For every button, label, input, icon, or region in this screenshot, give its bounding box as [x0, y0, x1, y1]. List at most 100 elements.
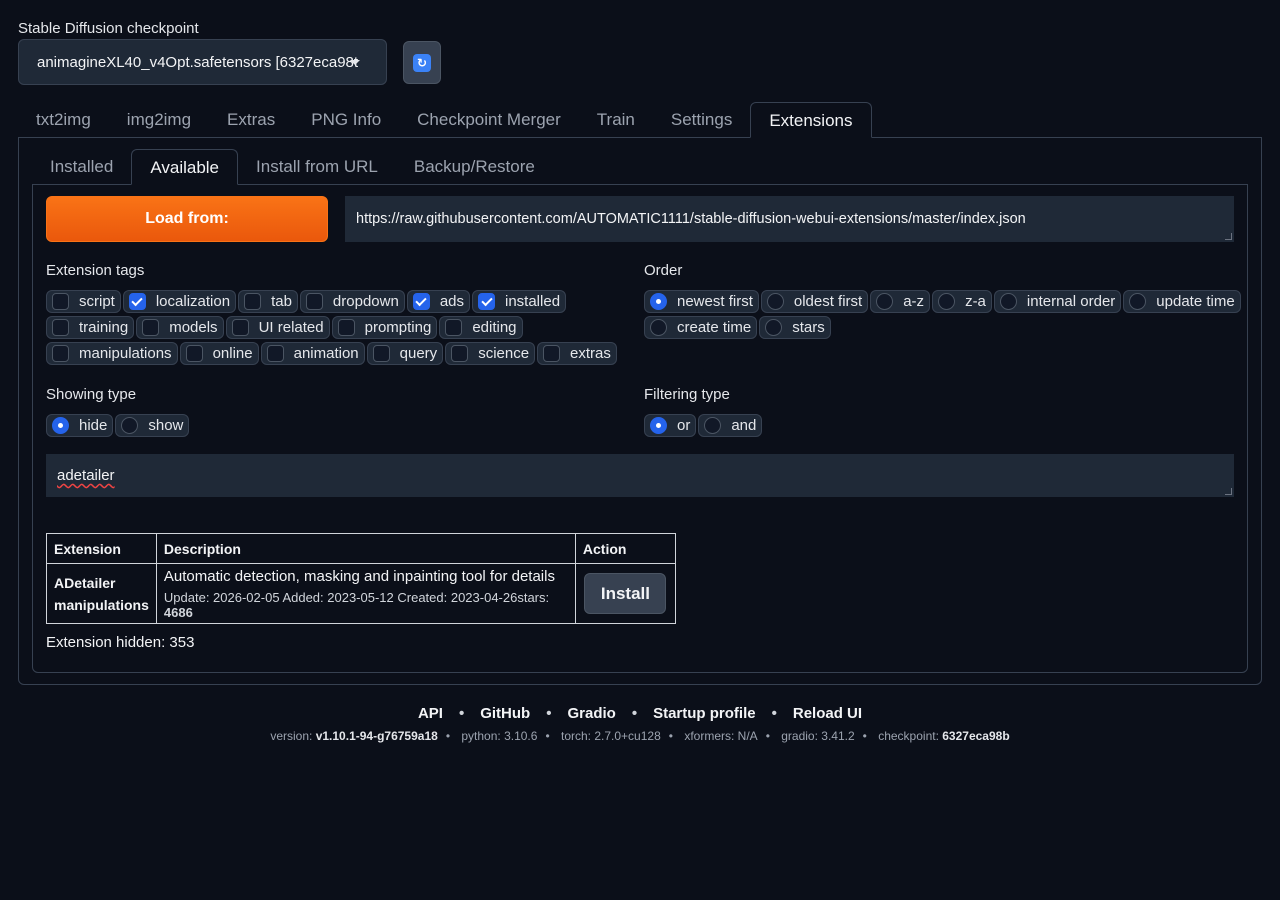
checkbox[interactable]: [412, 293, 430, 310]
showing-option-show[interactable]: show: [115, 414, 190, 437]
footer-link-gradio[interactable]: Gradio: [567, 705, 615, 722]
tag-option-script[interactable]: script: [46, 290, 121, 313]
header-action: Action: [574, 533, 676, 564]
option-label: stars: [792, 319, 825, 336]
order-option-internal-order[interactable]: internal order: [993, 290, 1122, 313]
tab-png-info[interactable]: PNG Info: [293, 102, 399, 138]
index-url-input[interactable]: https://raw.githubusercontent.com/AUTOMA…: [345, 196, 1234, 242]
checkbox[interactable]: [52, 345, 69, 362]
checkbox[interactable]: [372, 345, 390, 362]
tag-option-installed[interactable]: installed: [472, 290, 567, 313]
resize-handle-icon[interactable]: [1225, 233, 1232, 240]
option-label: dropdown: [332, 293, 399, 310]
tab-txt2img[interactable]: txt2img: [18, 102, 109, 138]
checkbox[interactable]: [337, 319, 355, 336]
filtering-option-and[interactable]: and: [698, 414, 763, 437]
resize-handle-icon[interactable]: [1225, 488, 1232, 495]
filtering-option-or[interactable]: or: [644, 414, 697, 437]
search-input[interactable]: adetailer: [46, 454, 1234, 497]
tag-option-ads[interactable]: ads: [406, 290, 470, 313]
tab-train[interactable]: Train: [579, 102, 653, 138]
showing-option-hide[interactable]: hide: [46, 414, 114, 437]
footer-link-github[interactable]: GitHub: [480, 705, 530, 722]
order-option-create-time[interactable]: create time: [644, 316, 758, 339]
tag-option-science[interactable]: science: [445, 342, 536, 365]
option-label: models: [169, 319, 218, 336]
install-button[interactable]: Install: [584, 573, 667, 614]
radio-button[interactable]: [999, 293, 1017, 310]
tab-install-from-url[interactable]: Install from URL: [238, 149, 396, 185]
checkbox[interactable]: [231, 319, 249, 336]
tab-checkpoint-merger[interactable]: Checkpoint Merger: [399, 102, 579, 138]
footer-link-startup-profile[interactable]: Startup profile: [653, 705, 756, 722]
tag-option-query[interactable]: query: [366, 342, 444, 365]
extension-name-link[interactable]: ADetailer: [54, 572, 149, 594]
checkbox[interactable]: [543, 345, 561, 362]
tag-option-models[interactable]: models: [136, 316, 224, 339]
tab-extras[interactable]: Extras: [209, 102, 293, 138]
footer-link-reload-ui[interactable]: Reload UI: [793, 705, 862, 722]
tag-option-dropdown[interactable]: dropdown: [299, 290, 405, 313]
checkpoint-label: Stable Diffusion checkpoint: [18, 20, 199, 37]
tag-option-online[interactable]: online: [179, 342, 259, 365]
tab-available[interactable]: Available: [131, 149, 239, 185]
radio-button[interactable]: [52, 417, 69, 434]
tab-extensions[interactable]: Extensions: [750, 102, 872, 138]
refresh-checkpoint-button[interactable]: ↻: [403, 41, 441, 84]
tag-option-tab[interactable]: tab: [238, 290, 298, 313]
option-label: update time: [1156, 293, 1235, 310]
checkbox[interactable]: [266, 345, 284, 362]
tag-option-extras[interactable]: extras: [537, 342, 617, 365]
tag-option-manipulations[interactable]: manipulations: [46, 342, 178, 365]
order-option-a-z[interactable]: a-z: [870, 290, 931, 313]
tab-img2img[interactable]: img2img: [109, 102, 209, 138]
tag-option-animation[interactable]: animation: [260, 342, 365, 365]
order-option-newest-first[interactable]: newest first: [644, 290, 759, 313]
order-option-oldest-first[interactable]: oldest first: [760, 290, 869, 313]
tab-installed[interactable]: Installed: [32, 149, 131, 185]
checkbox[interactable]: [478, 293, 495, 310]
checkbox[interactable]: [451, 345, 469, 362]
order-option-z-a[interactable]: z-a: [932, 290, 992, 313]
checkbox[interactable]: [142, 319, 160, 336]
checkbox[interactable]: [244, 293, 262, 310]
index-url-value: https://raw.githubusercontent.com/AUTOMA…: [356, 211, 1026, 227]
tag-option-training[interactable]: training: [46, 316, 135, 339]
extension-meta: Update: 2026-02-05 Added: 2023-05-12 Cre…: [164, 590, 568, 620]
radio-button[interactable]: [650, 417, 667, 434]
tab-backup-restore[interactable]: Backup/Restore: [396, 149, 553, 185]
radio-button[interactable]: [704, 417, 722, 434]
python-label: python:: [461, 729, 501, 743]
radio-button[interactable]: [938, 293, 956, 310]
checkbox[interactable]: [445, 319, 463, 336]
order-option-update-time[interactable]: update time: [1123, 290, 1241, 313]
option-label: create time: [677, 319, 752, 336]
table-header-row: Extension Description Action: [46, 533, 676, 564]
checkbox[interactable]: [52, 319, 69, 336]
tag-option-ui-related[interactable]: UI related: [225, 316, 330, 339]
radio-button[interactable]: [1129, 293, 1147, 310]
radio-button[interactable]: [765, 319, 783, 336]
option-label: extras: [570, 345, 611, 362]
order-group: newest first oldest first a-z z-a internal o…: [644, 290, 1241, 339]
checkpoint-dropdown[interactable]: animagineXL40_v4Opt.safetensors [6327eca…: [18, 39, 387, 85]
checkbox[interactable]: [185, 345, 203, 362]
checkbox[interactable]: [52, 293, 69, 310]
radio-button[interactable]: [650, 293, 667, 310]
tag-option-prompting[interactable]: prompting: [331, 316, 438, 339]
radio-button[interactable]: [650, 319, 667, 336]
radio-button[interactable]: [876, 293, 894, 310]
radio-button[interactable]: [121, 417, 139, 434]
tag-option-editing[interactable]: editing: [439, 316, 523, 339]
footer-link-api[interactable]: API: [418, 705, 443, 722]
checkbox[interactable]: [305, 293, 323, 310]
order-option-stars[interactable]: stars: [759, 316, 831, 339]
checkbox[interactable]: [128, 293, 146, 310]
option-label: a-z: [903, 293, 925, 310]
tab-settings[interactable]: Settings: [653, 102, 750, 138]
tag-option-localization[interactable]: localization: [122, 290, 237, 313]
radio-button[interactable]: [766, 293, 784, 310]
extension-stars: 4686: [163, 604, 193, 620]
load-from-button[interactable]: Load from:: [46, 196, 328, 242]
version-info: version: v1.10.1-94-g76759a18 • python: 3…: [270, 729, 1010, 743]
